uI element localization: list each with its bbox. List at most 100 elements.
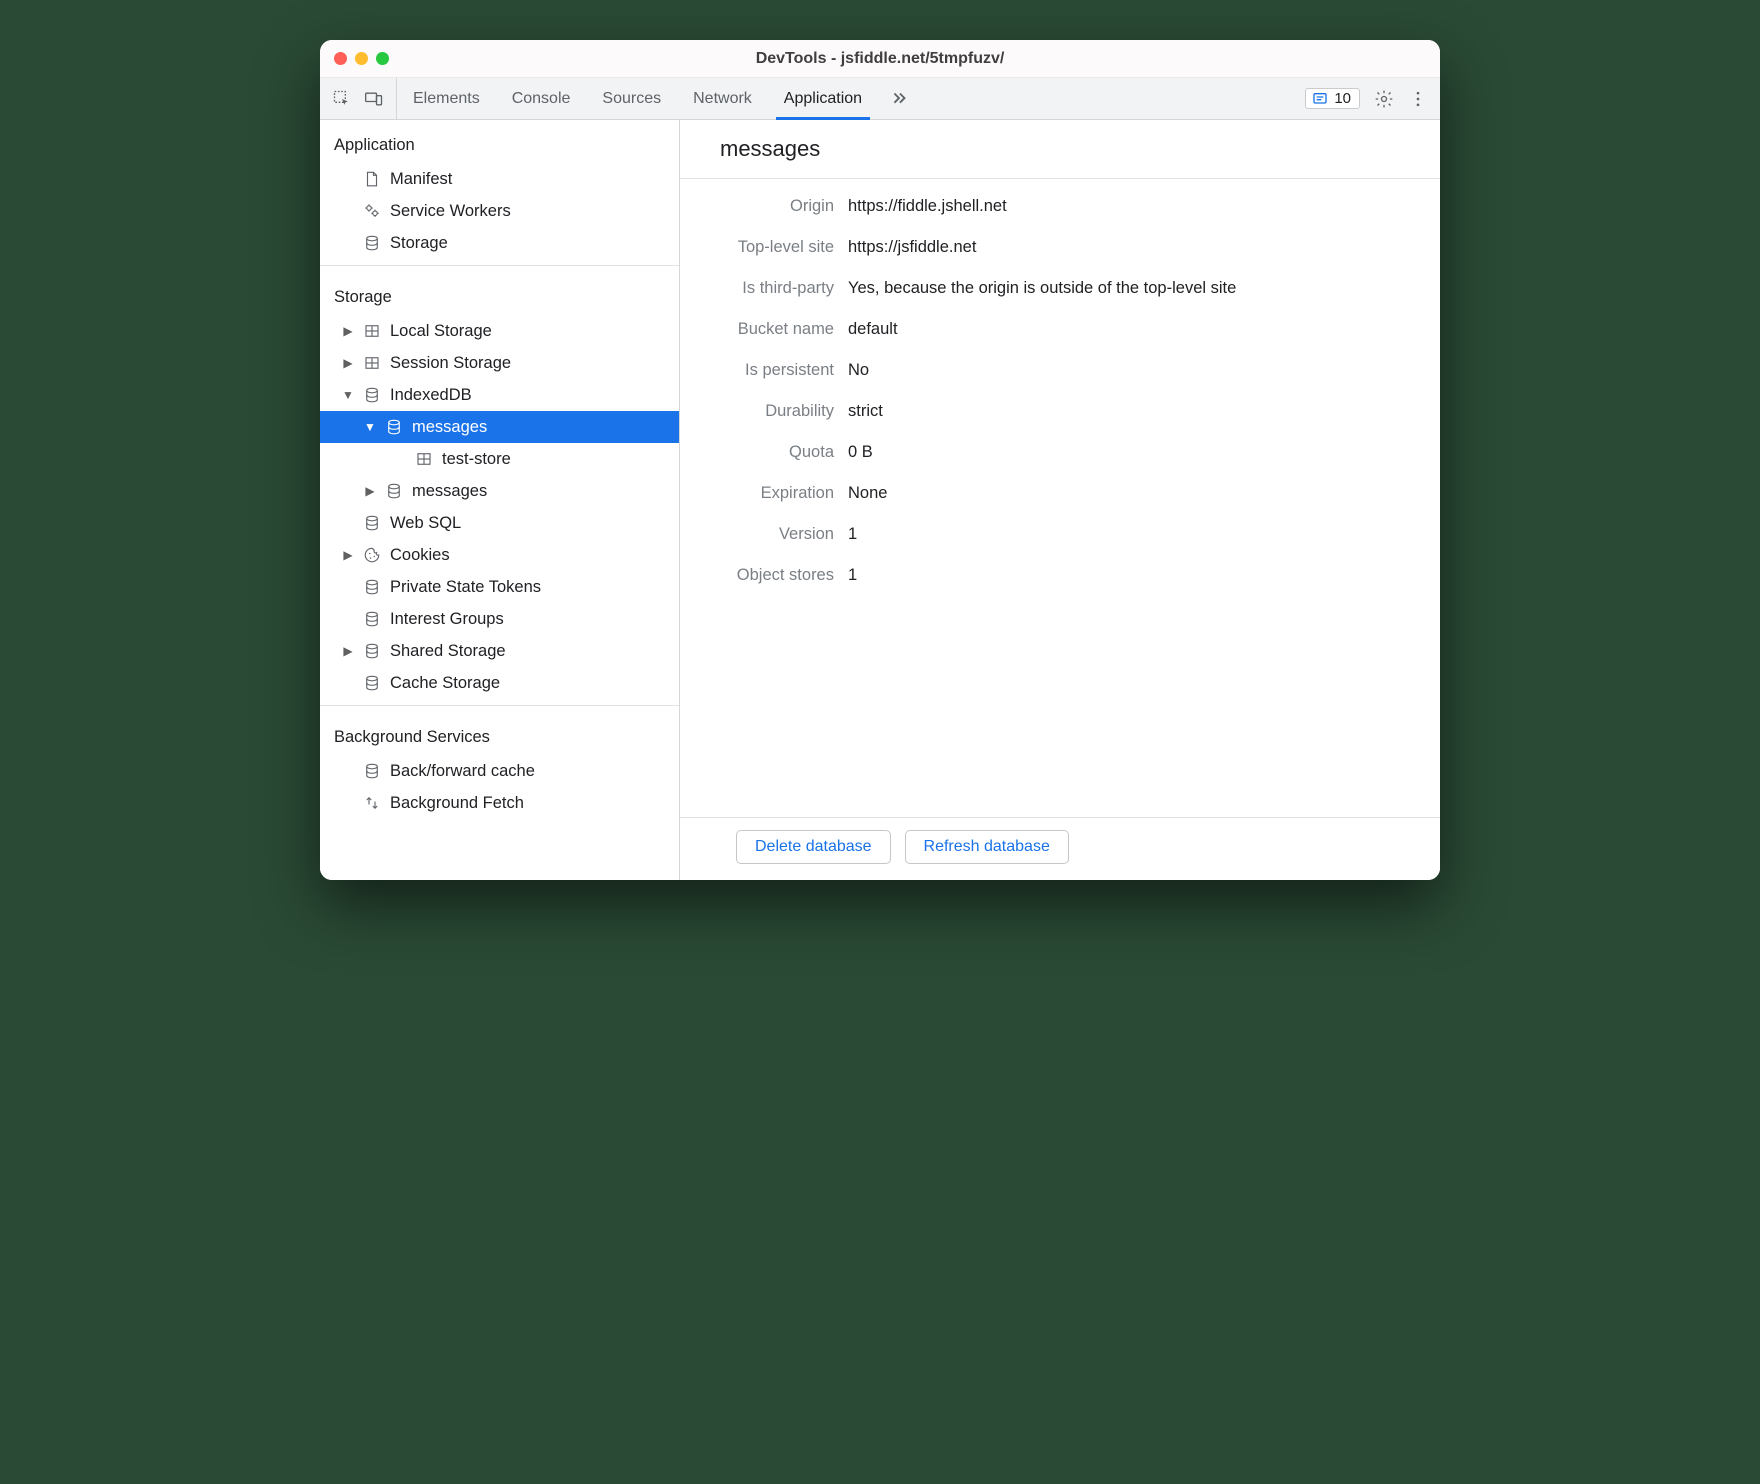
sidebar-item-label: Web SQL [390, 512, 461, 534]
sidebar-item-label: Service Workers [390, 200, 511, 222]
sidebar-item-indexeddb-messages-2[interactable]: ▶ messages [320, 475, 679, 507]
sidebar-item-label: Private State Tokens [390, 576, 541, 598]
sidebar-item-label: messages [412, 480, 487, 502]
database-icon [362, 673, 382, 693]
sidebar-item-label: Background Fetch [390, 792, 524, 814]
more-tabs-button[interactable] [878, 78, 920, 119]
close-window-button[interactable] [334, 52, 347, 65]
sidebar-item-service-workers[interactable]: Service Workers [320, 195, 679, 227]
sidebar-item-label: messages [412, 416, 487, 438]
sidebar-item-label: Shared Storage [390, 640, 506, 662]
sidebar-item-cookies[interactable]: ▶ Cookies [320, 539, 679, 571]
twisty-icon[interactable]: ▼ [342, 384, 354, 406]
sidebar-item-label: Back/forward cache [390, 760, 535, 782]
field-value: 1 [848, 566, 1416, 585]
sidebar-item-back-forward-cache[interactable]: Back/forward cache [320, 755, 679, 787]
tab-application[interactable]: Application [768, 78, 878, 119]
twisty-icon[interactable]: ▶ [342, 640, 354, 662]
toolbar-left [320, 78, 397, 119]
field-label: Object stores [704, 566, 834, 585]
sidebar-item-cache-storage[interactable]: Cache Storage [320, 667, 679, 699]
tab-network[interactable]: Network [677, 78, 768, 119]
table-icon [362, 321, 382, 341]
field-value: https://jsfiddle.net [848, 238, 1416, 257]
tab-elements[interactable]: Elements [397, 78, 496, 119]
sidebar-item-test-store[interactable]: test-store [320, 443, 679, 475]
sidebar-item-indexeddb[interactable]: ▼ IndexedDB [320, 379, 679, 411]
kebab-menu-icon[interactable] [1408, 89, 1428, 109]
sidebar-item-manifest[interactable]: Manifest [320, 163, 679, 195]
minimize-window-button[interactable] [355, 52, 368, 65]
sidebar-item-local-storage[interactable]: ▶ Local Storage [320, 315, 679, 347]
panel-tabs: Elements Console Sources Network Applica… [397, 78, 878, 119]
field-label: Expiration [704, 484, 834, 503]
table-icon [414, 449, 434, 469]
field-quota: Quota 0 B [704, 443, 1416, 462]
field-top-level-site: Top-level site https://jsfiddle.net [704, 238, 1416, 257]
refresh-database-button[interactable]: Refresh database [905, 830, 1069, 864]
database-icon [362, 609, 382, 629]
database-icon [362, 761, 382, 781]
sidebar-item-interest-groups[interactable]: Interest Groups [320, 603, 679, 635]
twisty-icon[interactable]: ▶ [342, 320, 354, 342]
toolbar-right: 10 [1293, 78, 1440, 119]
traffic-lights [320, 52, 389, 65]
sidebar-item-storage-summary[interactable]: Storage [320, 227, 679, 259]
divider [320, 705, 679, 706]
field-durability: Durability strict [704, 402, 1416, 421]
divider [320, 265, 679, 266]
tab-sources[interactable]: Sources [586, 78, 677, 119]
twisty-icon[interactable]: ▶ [342, 544, 354, 566]
field-label: Is third-party [704, 279, 834, 298]
twisty-icon[interactable]: ▼ [364, 416, 376, 438]
issues-icon [1312, 91, 1328, 107]
table-icon [362, 353, 382, 373]
main-toolbar: Elements Console Sources Network Applica… [320, 78, 1440, 120]
detail-title: messages [680, 120, 1440, 179]
database-icon [362, 385, 382, 405]
field-bucket-name: Bucket name default [704, 320, 1416, 339]
field-value: strict [848, 402, 1416, 421]
field-label: Version [704, 525, 834, 544]
sidebar-item-shared-storage[interactable]: ▶ Shared Storage [320, 635, 679, 667]
zoom-window-button[interactable] [376, 52, 389, 65]
delete-database-button[interactable]: Delete database [736, 830, 891, 864]
window-title: DevTools - jsfiddle.net/5tmpfuzv/ [320, 50, 1440, 68]
field-label: Durability [704, 402, 834, 421]
sidebar-item-background-fetch[interactable]: Background Fetch [320, 787, 679, 819]
field-label: Top-level site [704, 238, 834, 257]
detail-actions: Delete database Refresh database [680, 817, 1440, 880]
section-background-services: Background Services [320, 712, 679, 755]
sidebar-item-label: Session Storage [390, 352, 511, 374]
sidebar-item-websql[interactable]: Web SQL [320, 507, 679, 539]
sidebar-item-label: Storage [390, 232, 448, 254]
issues-badge[interactable]: 10 [1305, 88, 1360, 109]
twisty-icon[interactable]: ▶ [342, 352, 354, 374]
sidebar-item-label: Local Storage [390, 320, 492, 342]
sidebar-item-label: Manifest [390, 168, 452, 190]
inspect-icon[interactable] [332, 89, 352, 109]
detail-fields: Origin https://fiddle.jshell.net Top-lev… [680, 179, 1440, 817]
settings-icon[interactable] [1374, 89, 1394, 109]
sidebar-item-label: Cache Storage [390, 672, 500, 694]
device-toggle-icon[interactable] [364, 89, 384, 109]
field-label: Bucket name [704, 320, 834, 339]
issues-count: 10 [1334, 90, 1351, 107]
field-expiration: Expiration None [704, 484, 1416, 503]
sidebar-item-session-storage[interactable]: ▶ Session Storage [320, 347, 679, 379]
sidebar-item-label: Interest Groups [390, 608, 504, 630]
tab-console[interactable]: Console [496, 78, 587, 119]
database-icon [362, 513, 382, 533]
database-icon [362, 577, 382, 597]
database-icon [384, 417, 404, 437]
cookie-icon [362, 545, 382, 565]
twisty-icon[interactable]: ▶ [364, 480, 376, 502]
gears-icon [362, 201, 382, 221]
field-value: None [848, 484, 1416, 503]
file-icon [362, 169, 382, 189]
sidebar-item-indexeddb-messages-selected[interactable]: ▼ messages [320, 411, 679, 443]
field-is-persistent: Is persistent No [704, 361, 1416, 380]
sidebar-item-label: Cookies [390, 544, 450, 566]
sidebar-item-private-state-tokens[interactable]: Private State Tokens [320, 571, 679, 603]
field-value: 1 [848, 525, 1416, 544]
